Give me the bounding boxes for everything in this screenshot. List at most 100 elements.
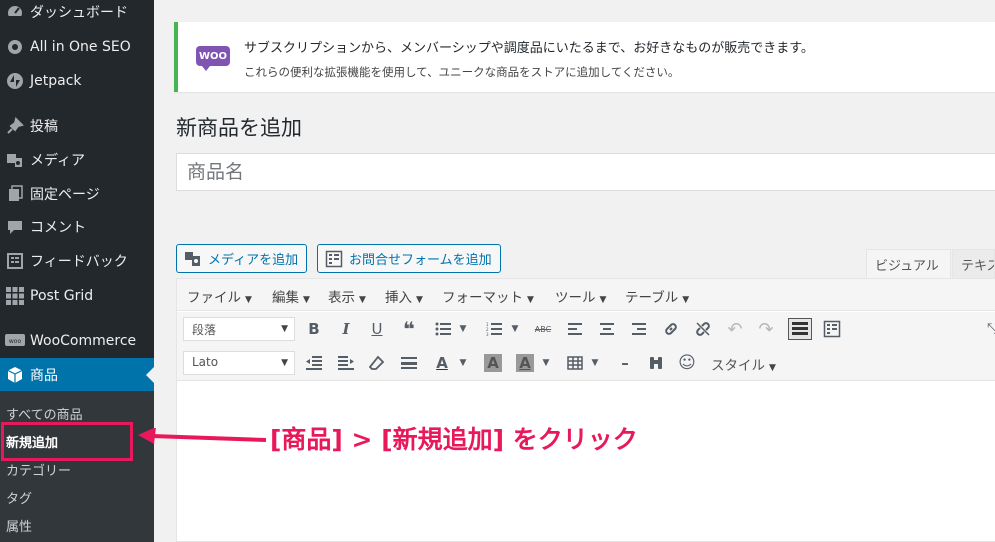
chevron-down-icon[interactable]: ▼	[503, 318, 527, 340]
submenu-categories[interactable]: カテゴリー	[6, 460, 71, 479]
binoculars-icon[interactable]	[644, 352, 668, 374]
chevron-down-icon[interactable]: ▼	[451, 318, 475, 340]
unlink-icon[interactable]	[691, 318, 715, 340]
notice-heading: サブスクリプションから、メンバーシップや調度品にいたるまで、お好きなものが販売で…	[244, 41, 814, 56]
chevron-down-icon[interactable]: ▼	[534, 352, 558, 374]
menu-insert[interactable]: 挿入 ▼	[385, 286, 423, 306]
svg-text:3: 3	[486, 332, 489, 336]
align-left-icon[interactable]	[563, 318, 587, 340]
add-contact-form-button[interactable]: お問合せフォームを追加	[317, 244, 501, 273]
menu-item-pages[interactable]: 固定ページ	[0, 177, 154, 211]
highlight-icon[interactable]: A	[481, 352, 505, 374]
italic-icon[interactable]: I	[334, 318, 358, 340]
redo-icon[interactable]: ↷	[754, 318, 778, 340]
add-contact-form-label: お問合せフォームを追加	[349, 253, 492, 268]
menu-table[interactable]: テーブル ▼	[625, 286, 689, 306]
editor-toolbar-row-2: Lato ▼ A ▼ A A ▼ ▼ – ☺ スタイル ▼	[177, 346, 995, 381]
submenu-tags[interactable]: タグ	[6, 488, 32, 507]
blockquote-icon[interactable]: ❝	[397, 317, 421, 341]
horizontal-line-icon[interactable]: –	[613, 352, 637, 374]
product-name-input[interactable]	[176, 153, 995, 191]
align-center-icon[interactable]	[595, 318, 619, 340]
eraser-icon[interactable]	[365, 352, 389, 374]
form-icon[interactable]	[820, 318, 844, 340]
menu-item-comments[interactable]: コメント	[0, 210, 154, 244]
pages-icon	[0, 185, 30, 203]
menu-item-products[interactable]: 商品	[0, 358, 154, 392]
page-title: 新商品を追加	[176, 116, 302, 140]
underline-icon[interactable]: U	[365, 318, 389, 340]
styles-dropdown[interactable]: スタイル ▼	[711, 354, 776, 374]
current-menu-arrow	[146, 367, 154, 383]
form-icon	[324, 250, 344, 268]
feedback-icon	[0, 252, 30, 270]
link-icon[interactable]	[659, 318, 683, 340]
submenu-all-products[interactable]: すべての商品	[6, 404, 83, 423]
menu-item-aioseo[interactable]: All in One SEO	[0, 30, 154, 64]
menu-edit[interactable]: 編集 ▼	[272, 286, 310, 306]
annotation-highlight-box	[1, 422, 133, 461]
menu-label: 投稿	[30, 119, 58, 135]
dashboard-icon	[0, 3, 30, 21]
pin-icon	[0, 117, 30, 135]
menu-file[interactable]: ファイル ▼	[187, 286, 252, 306]
products-submenu: すべての商品 新規追加 カテゴリー タグ 属性	[0, 391, 154, 542]
chevron-down-icon[interactable]: ▼	[583, 352, 607, 374]
smiley-icon[interactable]: ☺	[675, 352, 699, 374]
menu-item-posts[interactable]: 投稿	[0, 109, 154, 143]
menu-label: WooCommerce	[30, 333, 137, 349]
woocommerce-notice: WOO サブスクリプションから、メンバーシップや調度品にいたるまで、お好きなもの…	[174, 22, 995, 92]
align-right-icon[interactable]	[627, 318, 651, 340]
editor-menubar: ファイル ▼ 編集 ▼ 表示 ▼ 挿入 ▼ フォーマット ▼ ツール ▼ テーブル ▼	[177, 279, 995, 311]
menu-format[interactable]: フォーマット ▼	[442, 286, 534, 306]
menu-tools[interactable]: ツール ▼	[555, 286, 606, 306]
toolbar-toggle-icon[interactable]	[788, 318, 812, 340]
menu-label: コメント	[30, 220, 86, 236]
tab-visual[interactable]: ビジュアル	[866, 249, 951, 278]
product-box-icon	[0, 366, 30, 384]
woocommerce-icon: woo	[0, 333, 30, 349]
menu-item-jetpack[interactable]: Jetpack	[0, 64, 154, 98]
grid-icon	[0, 286, 30, 306]
outdent-icon[interactable]	[302, 352, 326, 374]
menu-item-feedback[interactable]: フィードバック	[0, 244, 154, 278]
chevron-down-icon[interactable]: ▼	[451, 352, 475, 374]
paragraph-format-select[interactable]: 段落 ▼	[183, 317, 295, 341]
comment-icon	[0, 218, 30, 236]
annotation-text: [商品] > [新規追加] をクリック	[270, 425, 638, 454]
menu-label: ダッシュボード	[30, 5, 128, 21]
menu-label: 商品	[30, 368, 58, 384]
menu-label: All in One SEO	[30, 39, 131, 55]
menu-label: Jetpack	[30, 73, 82, 89]
tab-text[interactable]: テキスト	[952, 249, 995, 278]
bold-icon[interactable]: B	[302, 318, 326, 340]
menu-item-woocommerce[interactable]: woo WooCommerce	[0, 324, 154, 358]
product-editor[interactable]: ファイル ▼ 編集 ▼ 表示 ▼ 挿入 ▼ フォーマット ▼ ツール ▼ テーブル ▼ 段落 ▼…	[176, 278, 995, 542]
svg-text:woo: woo	[9, 338, 22, 345]
menu-item-post-grid[interactable]: Post Grid	[0, 279, 154, 313]
jetpack-icon	[0, 72, 30, 90]
menu-label: Post Grid	[30, 288, 94, 304]
menu-label: 固定ページ	[30, 187, 100, 203]
undo-icon[interactable]: ↶	[723, 318, 747, 340]
menu-view[interactable]: 表示 ▼	[328, 286, 366, 306]
fullscreen-icon[interactable]: ⤡	[987, 318, 995, 340]
gear-icon	[0, 38, 30, 56]
media-icon	[0, 151, 30, 169]
strikethrough-icon[interactable]: ABC	[531, 318, 555, 340]
notice-description: これらの便利な拡張機能を使用して、ユニークな商品をストアに追加してください。	[244, 65, 680, 79]
menu-item-media[interactable]: メディア	[0, 143, 154, 177]
add-media-label: メディアを追加	[208, 253, 299, 268]
editor-toolbar-row-1: 段落 ▼ B I U ❝ ▼ 123 ▼ ABC ↶ ↷ ⤡	[177, 312, 995, 346]
add-media-button[interactable]: メディアを追加	[176, 244, 308, 273]
menu-label: フィードバック	[30, 254, 128, 270]
media-icon	[183, 250, 203, 268]
menu-label: メディア	[30, 153, 86, 169]
indent-icon[interactable]	[334, 352, 358, 374]
annotation-arrow-icon	[138, 428, 266, 444]
horizontal-rule-icon[interactable]	[397, 352, 421, 374]
woocommerce-logo: WOO	[196, 46, 230, 71]
font-family-select[interactable]: Lato ▼	[183, 351, 295, 375]
menu-item-dashboard[interactable]: ダッシュボード	[0, 0, 154, 29]
submenu-attributes[interactable]: 属性	[6, 516, 32, 535]
